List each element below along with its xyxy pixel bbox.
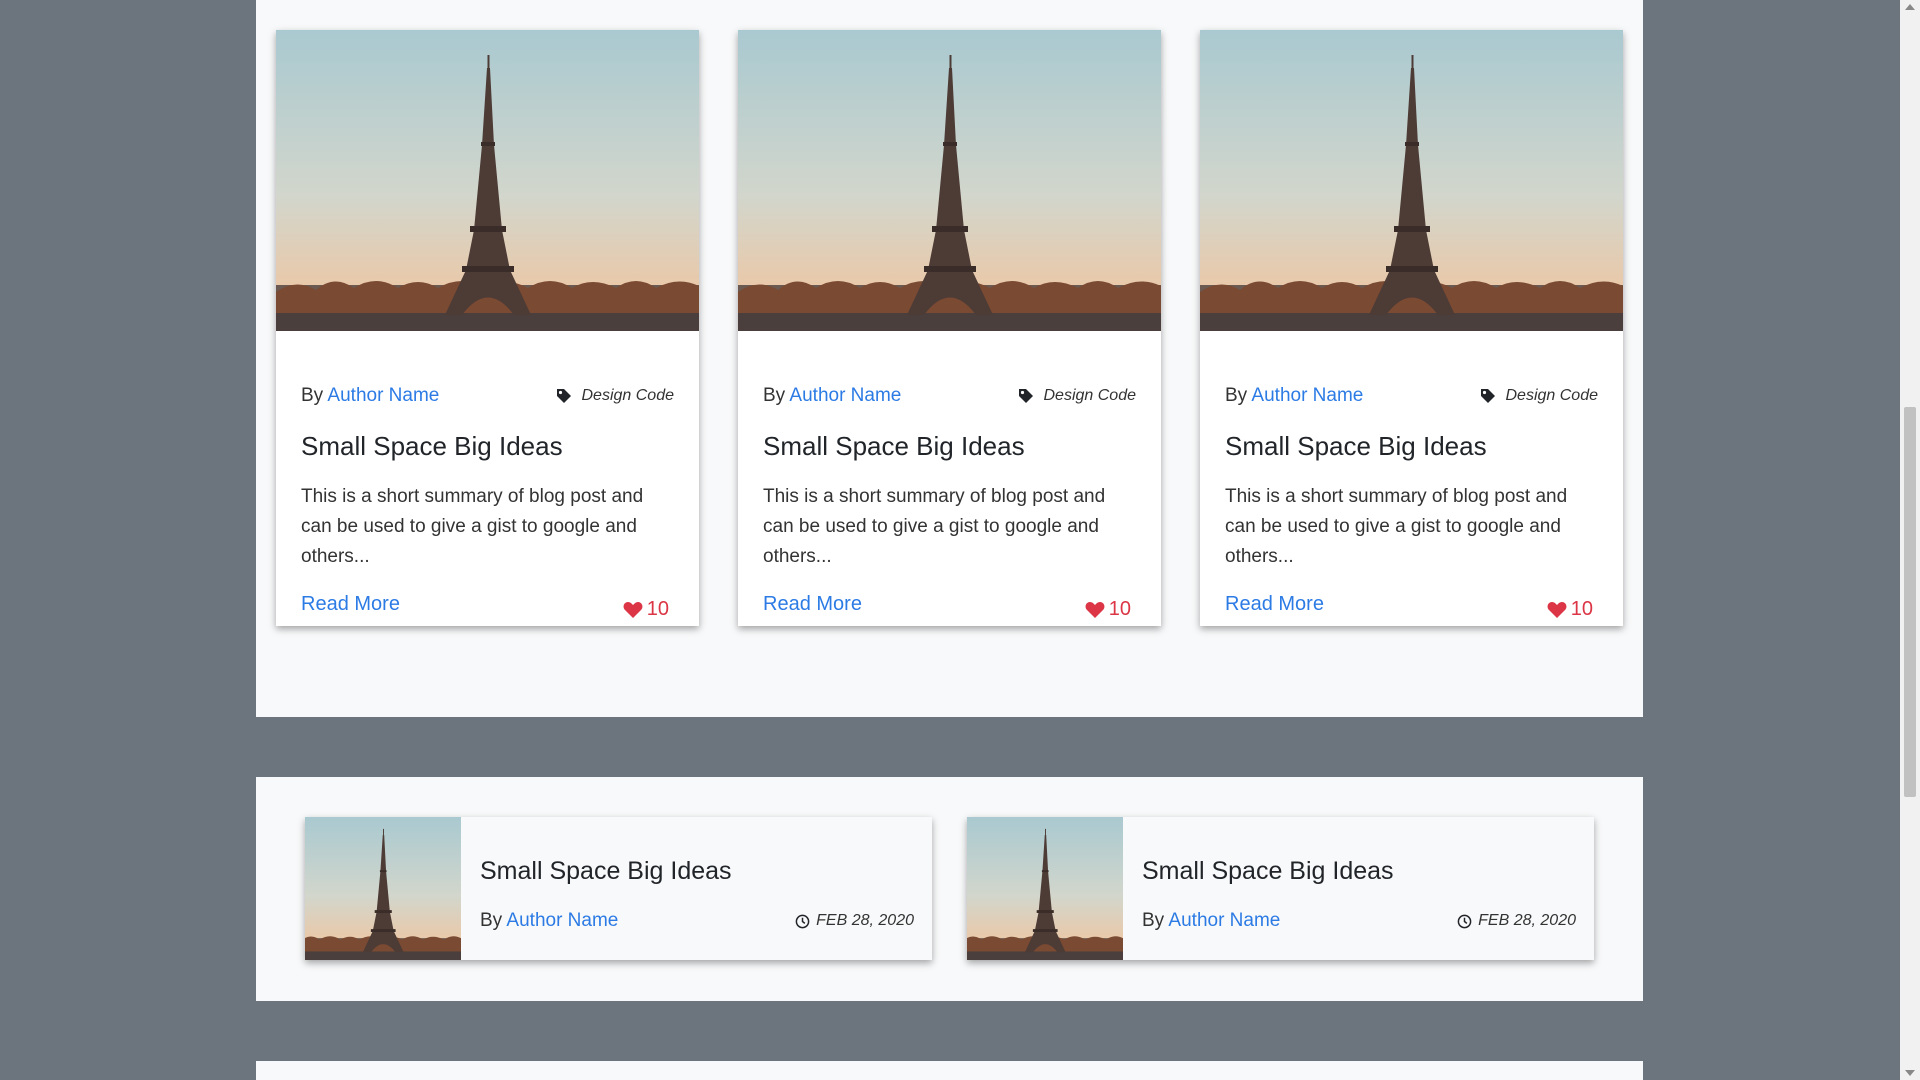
recent-post-title[interactable]: Small Space Big Ideas bbox=[480, 857, 732, 886]
post-title[interactable]: Small Space Big Ideas bbox=[301, 431, 563, 462]
by-label: By bbox=[1142, 910, 1165, 931]
recent-posts-section: Small Space Big Ideas By Author Name FEB… bbox=[256, 777, 1643, 1001]
recent-post-card: Small Space Big Ideas By Author Name FEB… bbox=[305, 817, 932, 960]
heart-icon bbox=[1547, 601, 1567, 618]
author-link[interactable]: Author Name bbox=[327, 385, 439, 406]
author-link[interactable]: Author Name bbox=[1251, 385, 1363, 406]
like-count: 10 bbox=[646, 598, 669, 620]
scroll-down-arrow-icon[interactable] bbox=[1905, 1070, 1915, 1076]
clock-icon bbox=[1457, 914, 1472, 928]
post-tag[interactable]: Design Code bbox=[556, 387, 675, 405]
like-button[interactable]: 10 bbox=[623, 598, 669, 621]
tag-icon bbox=[1480, 389, 1495, 403]
author-link[interactable]: Author Name bbox=[506, 910, 618, 931]
post-tag[interactable]: Design Code bbox=[1480, 387, 1599, 405]
featured-posts-section: By Author Name Design Code Small Space B… bbox=[256, 0, 1643, 717]
post-summary: This is a short summary of blog post and… bbox=[301, 486, 644, 567]
post-tag[interactable]: Design Code bbox=[1018, 387, 1137, 405]
tag-icon bbox=[556, 389, 571, 403]
clock-icon bbox=[795, 914, 810, 928]
recent-post-card: Small Space Big Ideas By Author Name FEB… bbox=[967, 817, 1594, 960]
date-label: FEB 28, 2020 bbox=[816, 912, 914, 929]
read-more-link[interactable]: Read More bbox=[1225, 593, 1324, 616]
post-date: FEB 28, 2020 bbox=[1457, 912, 1576, 930]
post-title[interactable]: Small Space Big Ideas bbox=[763, 431, 1025, 462]
tag-icon bbox=[1018, 389, 1033, 403]
post-date: FEB 28, 2020 bbox=[795, 912, 914, 930]
scrollbar-thumb[interactable] bbox=[1904, 407, 1916, 797]
scroll-up-arrow-icon[interactable] bbox=[1905, 4, 1915, 10]
like-count: 10 bbox=[1108, 598, 1131, 620]
post-card: By Author Name Design Code Small Space B… bbox=[738, 30, 1161, 626]
post-image[interactable] bbox=[276, 30, 699, 331]
by-label: By bbox=[763, 385, 786, 406]
tag-label: Design Code bbox=[1505, 387, 1599, 404]
by-label: By bbox=[301, 385, 324, 406]
by-label: By bbox=[480, 910, 503, 931]
recent-post-image[interactable] bbox=[305, 817, 461, 960]
author-link[interactable]: Author Name bbox=[789, 385, 901, 406]
post-summary: This is a short summary of blog post and… bbox=[763, 486, 1106, 567]
post-card: By Author Name Design Code Small Space B… bbox=[1200, 30, 1623, 626]
tag-label: Design Code bbox=[1043, 387, 1137, 404]
read-more-link[interactable]: Read More bbox=[763, 593, 862, 616]
author-link[interactable]: Author Name bbox=[1168, 910, 1280, 931]
post-image[interactable] bbox=[1200, 30, 1623, 331]
next-section bbox=[256, 1061, 1643, 1080]
vertical-scrollbar[interactable] bbox=[1900, 0, 1920, 1080]
recent-post-image[interactable] bbox=[967, 817, 1123, 960]
heart-icon bbox=[623, 601, 643, 618]
like-button[interactable]: 10 bbox=[1085, 598, 1131, 621]
recent-post-title[interactable]: Small Space Big Ideas bbox=[1142, 857, 1394, 886]
post-image[interactable] bbox=[738, 30, 1161, 331]
tag-label: Design Code bbox=[581, 387, 675, 404]
like-button[interactable]: 10 bbox=[1547, 598, 1593, 621]
post-card: By Author Name Design Code Small Space B… bbox=[276, 30, 699, 626]
post-title[interactable]: Small Space Big Ideas bbox=[1225, 431, 1487, 462]
heart-icon bbox=[1085, 601, 1105, 618]
read-more-link[interactable]: Read More bbox=[301, 593, 400, 616]
post-summary: This is a short summary of blog post and… bbox=[1225, 486, 1568, 567]
like-count: 10 bbox=[1570, 598, 1593, 620]
by-label: By bbox=[1225, 385, 1248, 406]
date-label: FEB 28, 2020 bbox=[1478, 912, 1576, 929]
